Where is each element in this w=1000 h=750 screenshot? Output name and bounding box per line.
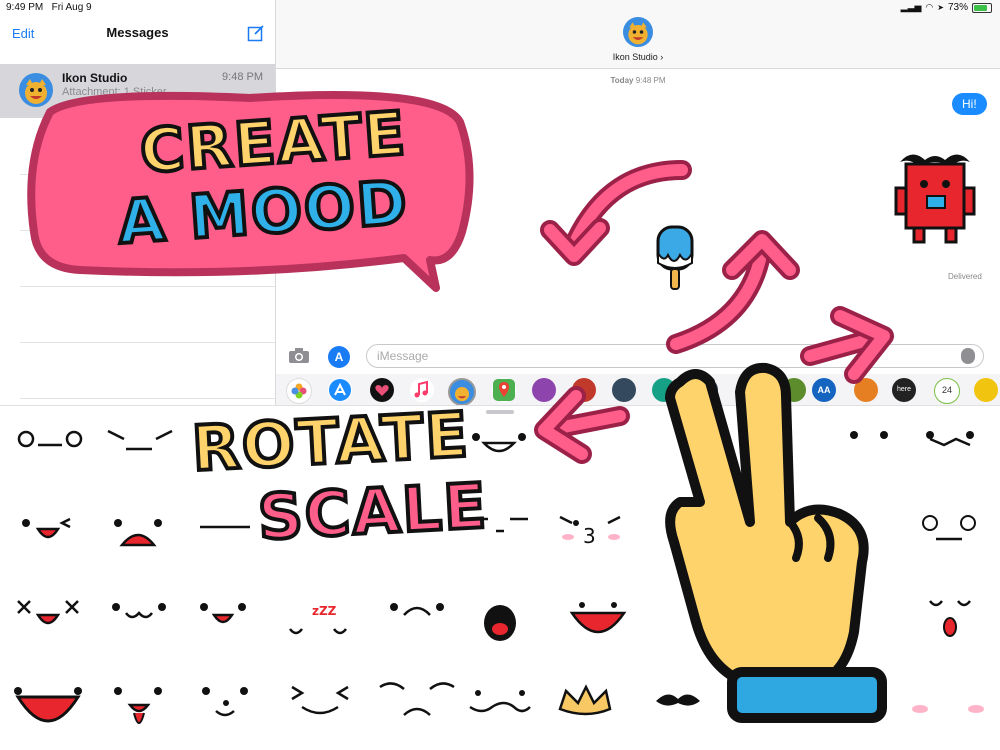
status-right: ▂▃▅ ◠ ➤ 73% xyxy=(901,2,992,13)
promo-title-rotate: ROTATE xyxy=(188,396,473,487)
delivered-label: Delivered xyxy=(948,272,982,281)
compose-icon[interactable] xyxy=(247,24,265,42)
duck-app-icon[interactable] xyxy=(974,378,998,402)
photos-icon[interactable] xyxy=(286,378,312,404)
battery-icon xyxy=(972,2,992,13)
list-separator xyxy=(20,398,275,399)
svg-text:3: 3 xyxy=(583,524,596,548)
status-time: 9:49 PM Fri Aug 9 xyxy=(6,2,92,13)
music-icon[interactable] xyxy=(410,378,434,402)
heart-app-icon[interactable] xyxy=(370,378,394,402)
battery-percent: 73% xyxy=(947,2,968,13)
svg-text:zZZ: zZZ xyxy=(312,604,337,618)
sidebar-header: Edit Messages xyxy=(0,16,275,64)
list-separator xyxy=(20,342,275,343)
wifi-icon: ◠ xyxy=(925,2,934,12)
message-bubble-sent[interactable]: Hi! xyxy=(952,93,987,115)
camera-icon[interactable] xyxy=(288,348,310,364)
two-finger-hand-icon xyxy=(665,362,887,723)
signal-icon: ▂▃▅ xyxy=(900,2,922,12)
chat-contact-name[interactable]: Ikon Studio › xyxy=(276,52,1000,62)
promo-title-scale: SCALE xyxy=(254,467,492,556)
mic-icon[interactable] xyxy=(961,348,975,364)
calendar-24-icon[interactable]: 24 xyxy=(934,378,960,404)
app-store-tray-icon[interactable] xyxy=(328,378,352,402)
app-store-icon[interactable]: A xyxy=(328,346,350,368)
location-icon: ➤ xyxy=(937,3,944,12)
sidebar-title: Messages xyxy=(106,25,169,40)
chat-contact-avatar[interactable] xyxy=(623,17,653,47)
status-bar: 9:49 PM Fri Aug 9 ▂▃▅ ◠ ➤ 73% xyxy=(0,0,1000,16)
